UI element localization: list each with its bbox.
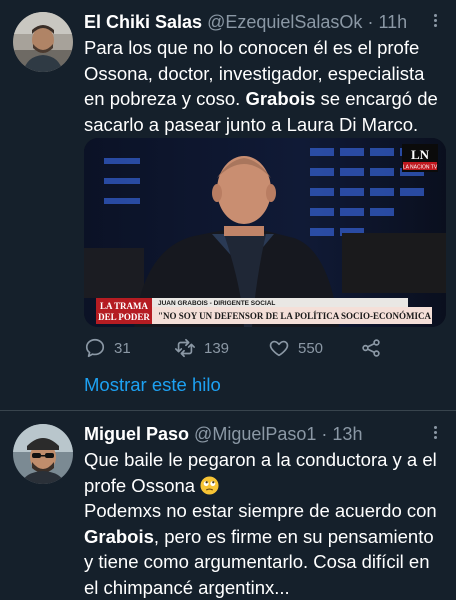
author-name[interactable]: El Chiki Salas [84,12,202,32]
rolling-eyes-emoji [200,475,219,495]
avatar[interactable] [13,12,73,72]
separator-dot: · [321,424,328,444]
more-icon[interactable] [428,12,442,30]
more-icon[interactable] [428,424,442,442]
timestamp[interactable]: 11h [378,12,407,32]
author-name[interactable]: Miguel Paso [84,424,189,444]
show-title-line1: LA TRAMA [100,301,149,311]
avatar[interactable] [13,424,73,484]
reply-button[interactable]: 31 [84,336,131,360]
mention-grabois: Grabois [84,525,154,547]
tweet-header: El Chiki Salas @EzequielSalasOk · 11h [84,10,442,34]
retweet-count: 139 [204,339,230,357]
timestamp[interactable]: 13h [332,424,362,444]
separator-dot: · [367,12,374,32]
show-title-line2: DEL PODER [98,312,150,322]
author-handle[interactable]: @EzequielSalasOk [207,12,362,32]
channel-logo: LN [411,147,430,162]
show-thread-link[interactable]: Mostrar este hilo [84,374,221,396]
tweet-text-part: Podemxs no estar siempre de acuerdo con [84,500,437,521]
retweet-button[interactable]: 139 [174,336,229,360]
like-button[interactable]: 550 [268,336,323,360]
tweet-actions: 31 139 550 [84,336,404,360]
tweet-text: Para los que no lo conocen él es el prof… [84,35,442,137]
author-handle[interactable]: @MiguelPaso1 [194,424,316,444]
share-button[interactable] [360,336,390,360]
share-icon [362,339,380,357]
channel-sub: LA NACION TV [403,165,438,171]
lower-third-name: JUAN GRABOIS - DIRIGENTE SOCIAL [158,300,275,307]
tweet[interactable]: Miguel Paso @MiguelPaso1 · 13h Que baile… [0,411,456,600]
lower-third-quote: "NO SOY UN DEFENSOR DE LA POLÍTICA SOCIO… [158,311,431,321]
tweet-text: Que baile le pegaron a la conductora y a… [84,447,442,600]
reply-icon [85,338,105,358]
reply-count: 31 [114,339,131,357]
tweet-text-line: Que baile le pegaron a la conductora y a… [84,449,437,496]
like-icon [269,340,289,357]
tweet-header: Miguel Paso @MiguelPaso1 · 13h [84,422,442,446]
like-count: 550 [298,339,324,357]
tweet-media-video[interactable]: LN LA NACION TV LA TRAMA DEL PODER JUAN … [84,138,446,327]
tweet[interactable]: El Chiki Salas @EzequielSalasOk · 11h Pa… [0,0,456,411]
retweet-icon [175,338,195,358]
mention-grabois: Grabois [245,88,316,109]
